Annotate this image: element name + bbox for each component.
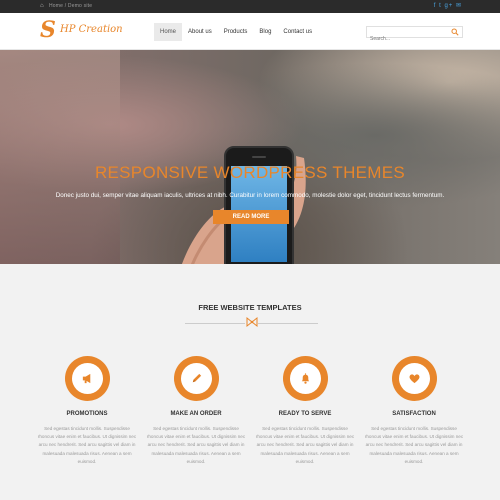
nav-item-about[interactable]: About us <box>182 23 218 41</box>
main-nav: Home About us Products Blog Contact us <box>154 23 318 41</box>
feature-title: PROMOTIONS <box>66 411 108 417</box>
hero-title: RESPONSIVE WORDPRESS THEMES <box>94 163 406 182</box>
bow-icon <box>246 316 258 328</box>
feature-icon-circle[interactable] <box>174 356 219 401</box>
site-header: S HP Creation Home About us Products Blo… <box>0 13 500 50</box>
feature-text: Sed egestas tincidunt mollis. Suspendiss… <box>255 426 355 464</box>
social-links[interactable]: f t g+ ✉ <box>434 2 462 9</box>
divider-left <box>185 323 245 324</box>
feature-icon-circle[interactable] <box>392 356 437 401</box>
top-utility-bar: ⌂ Home / Demo site f t g+ ✉ <box>0 0 500 13</box>
read-more-button[interactable]: READ MORE <box>213 210 289 224</box>
nav-item-contact[interactable]: Contact us <box>277 23 318 41</box>
nav-item-home[interactable]: Home <box>154 23 183 41</box>
feature-title: SATISFACTION <box>392 411 436 417</box>
logo-mark[interactable]: S <box>40 17 56 43</box>
home-icon[interactable]: ⌂ <box>40 3 44 9</box>
bell-icon <box>301 373 310 384</box>
logo-text[interactable]: HP Creation <box>60 24 123 35</box>
breadcrumb[interactable]: Home / Demo site <box>49 3 92 9</box>
feature-title: READY TO SERVE <box>278 411 332 417</box>
feature-text: Sed egestas tincidunt mollis. Suspendiss… <box>364 426 464 464</box>
feature-text: Sed egestas tincidunt mollis. Suspendiss… <box>37 426 137 464</box>
feature-title: MAKE AN ORDER <box>170 411 222 417</box>
hero-background-blur <box>0 50 120 264</box>
hero-banner: RESPONSIVE WORDPRESS THEMES Donec justo … <box>0 50 500 264</box>
section-title: FREE WEBSITE TEMPLATES <box>198 303 302 312</box>
search-input[interactable] <box>367 34 447 44</box>
nav-item-blog[interactable]: Blog <box>253 23 277 41</box>
feature-icon-circle[interactable] <box>65 356 110 401</box>
divider-right <box>258 323 318 324</box>
nav-item-products[interactable]: Products <box>218 23 254 41</box>
search-icon[interactable] <box>451 28 459 36</box>
hero-subtitle: Donec justo dui, semper vitae aliquam ia… <box>55 192 445 199</box>
search-box <box>366 26 463 44</box>
pencil-icon <box>192 373 202 383</box>
feature-icon-circle[interactable] <box>283 356 328 401</box>
phone-speaker <box>252 156 266 158</box>
feature-text: Sed egestas tincidunt mollis. Suspendiss… <box>146 426 246 464</box>
heart-icon <box>409 374 420 384</box>
megaphone-icon <box>82 373 91 384</box>
